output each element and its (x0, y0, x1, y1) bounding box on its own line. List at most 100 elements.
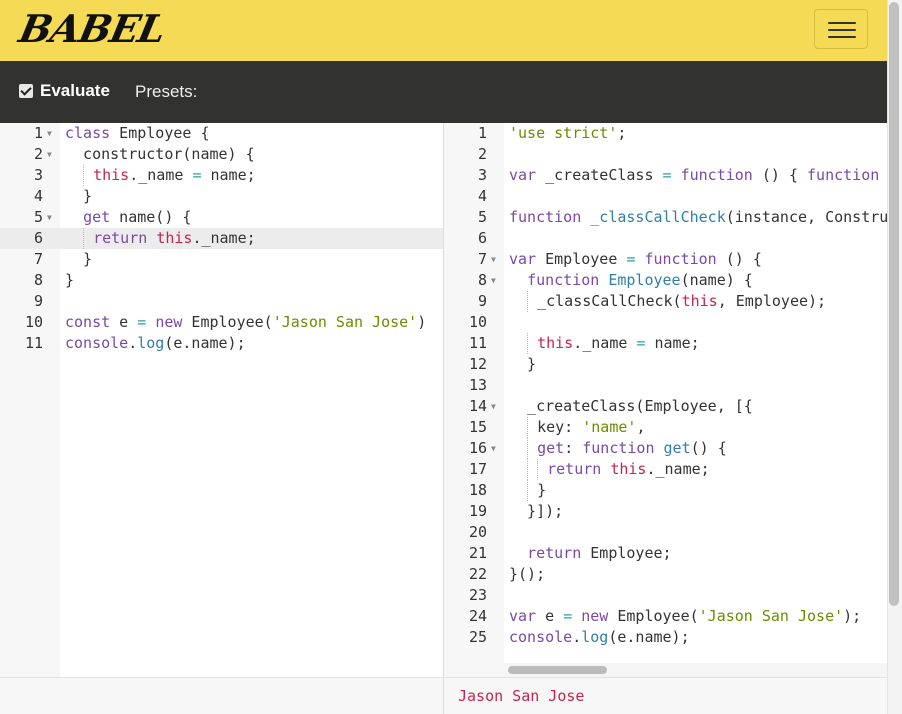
output-code-line[interactable]: 7 ▼ var Employee = function () { (444, 249, 887, 270)
evaluate-label: Evaluate (40, 81, 110, 100)
input-code-line[interactable]: 4 } (0, 186, 443, 207)
output-code-line[interactable]: 25 console.log(e.name); (444, 627, 887, 648)
line-number: 13 (468, 376, 487, 394)
menu-button[interactable] (814, 9, 868, 49)
evaluate-toggle[interactable]: Evaluate (19, 81, 110, 101)
code-text: return Employee; (527, 544, 672, 562)
code-text: _classCallCheck(this, Employee); (527, 291, 827, 312)
line-number: 22 (468, 565, 487, 583)
fold-arrow-icon[interactable]: ▼ (491, 396, 496, 417)
line-number: 23 (468, 586, 487, 604)
line-number: 5 (33, 208, 43, 226)
output-code-line[interactable]: 16 ▼ get: function get() { (444, 438, 887, 459)
fold-arrow-icon[interactable]: ▼ (491, 438, 496, 459)
line-number: 19 (468, 502, 487, 520)
fold-arrow-icon[interactable]: ▼ (47, 207, 52, 228)
code-text: key: 'name', (527, 417, 646, 438)
code-text: 'use strict'; (509, 124, 627, 142)
input-code-line[interactable]: 2 ▼ constructor(name) { (0, 144, 443, 165)
code-text: function Employee(name) { (527, 271, 753, 289)
code-text: return this._name; (509, 459, 710, 480)
line-number: 17 (468, 460, 487, 478)
line-number: 9 (477, 292, 487, 310)
fold-arrow-icon[interactable]: ▼ (47, 144, 52, 165)
line-number: 3 (33, 166, 43, 184)
line-number: 6 (477, 229, 487, 247)
output-code-line[interactable]: 5 function _classCallCheck(instance, Cons… (444, 207, 887, 228)
babel-logo[interactable]: BABEL (15, 6, 169, 52)
output-code-line[interactable]: 9 _classCallCheck(this, Employee); (444, 291, 887, 312)
page-vertical-scroll-thumb[interactable] (889, 2, 899, 606)
input-status-bar (0, 677, 443, 714)
output-code-line[interactable]: 1 'use strict'; (444, 123, 887, 144)
code-text: const e = new Employee('Jason San Jose') (65, 313, 427, 331)
line-number: 20 (468, 523, 487, 541)
output-code-line[interactable]: 4 (444, 186, 887, 207)
output-code-line[interactable]: 20 (444, 522, 887, 543)
line-number: 18 (468, 481, 487, 499)
output-code-line[interactable]: 22 }(); (444, 564, 887, 585)
code-text: } (65, 271, 75, 289)
line-number: 8 (477, 271, 487, 289)
output-editor[interactable]: 1'use strict'; 2 3 var _createClass = funct… (444, 123, 887, 714)
output-code-line[interactable]: 6 (444, 228, 887, 249)
code-text: var _createClass = function () { functio… (509, 166, 880, 184)
input-code-line[interactable]: 10 const e = new Employee('Jason San Jose… (0, 312, 443, 333)
code-text: }]); (509, 502, 564, 520)
fold-arrow-icon[interactable]: ▼ (491, 249, 496, 270)
code-text: }(); (509, 565, 546, 583)
line-number: 1 (477, 124, 487, 142)
output-code-line[interactable]: 19 }]); (444, 501, 887, 522)
output-code-line[interactable]: 24 var e = new Employee('Jason San Jose')… (444, 606, 887, 627)
fold-arrow-icon[interactable]: ▼ (47, 123, 52, 144)
output-code-line[interactable]: 12 } (444, 354, 887, 375)
toolbar: Evaluate Presets: (0, 61, 887, 123)
code-text: return this._name; (65, 228, 256, 249)
output-code-line[interactable]: 10 (444, 312, 887, 333)
code-text: } (527, 480, 547, 501)
output-code-line[interactable]: 18 } (444, 480, 887, 501)
console-output-panel: Jason San Jose (444, 677, 887, 714)
output-horizontal-scroll-thumb[interactable] (508, 666, 607, 674)
code-text: class Employee { (65, 124, 210, 142)
evaluate-checkbox[interactable] (19, 84, 33, 98)
header-bar: BABEL (0, 0, 887, 61)
input-code-line[interactable]: 9 (0, 291, 443, 312)
input-code-line[interactable]: 7 } (0, 249, 443, 270)
input-code-line[interactable]: 8} (0, 270, 443, 291)
output-code-line[interactable]: 11 this._name = name; (444, 333, 887, 354)
input-code-line[interactable]: 1 ▼ class Employee { (0, 123, 443, 144)
output-code-line[interactable]: 15 key: 'name', (444, 417, 887, 438)
code-text: console.log(e.name); (65, 334, 246, 352)
output-code-line[interactable]: 3 var _createClass = function () { functi… (444, 165, 887, 186)
fold-arrow-icon[interactable]: ▼ (491, 270, 496, 291)
line-number: 12 (468, 355, 487, 373)
code-text: function _classCallCheck(instance, Const… (509, 208, 887, 226)
input-code-line[interactable]: 3 this._name = name; (0, 165, 443, 186)
input-code-line[interactable]: 11 console.log(e.name); (0, 333, 443, 354)
code-text: } (65, 187, 93, 205)
code-text: var e = new Employee('Jason San Jose'); (509, 607, 862, 625)
line-number: 8 (33, 271, 43, 289)
output-code-line[interactable]: 17 return this._name; (444, 459, 887, 480)
line-number: 2 (477, 145, 487, 163)
line-number: 7 (477, 250, 487, 268)
output-code-line[interactable]: 21 return Employee; (444, 543, 887, 564)
line-number: 15 (468, 418, 487, 436)
code-text: get: function get() { (509, 438, 727, 459)
input-editor[interactable]: 1 ▼ class Employee {2 ▼ constructor(name) {… (0, 123, 443, 714)
output-code-line[interactable]: 14 ▼ _createClass(Employee, [{ (444, 396, 887, 417)
input-code-line[interactable]: 6 return this._name; (0, 228, 443, 249)
code-text: } (509, 355, 537, 373)
code-text: this._name = name; (509, 333, 700, 354)
line-number: 6 (33, 229, 43, 247)
presets-label[interactable]: Presets: (135, 82, 197, 102)
output-code-line[interactable]: 2 (444, 144, 887, 165)
line-number: 11 (24, 334, 43, 352)
output-code-line[interactable]: 8 ▼ function Employee(name) { (444, 270, 887, 291)
output-code-line[interactable]: 13 (444, 375, 887, 396)
line-number: 10 (468, 313, 487, 331)
input-code-line[interactable]: 5 ▼ get name() { (0, 207, 443, 228)
output-code-line[interactable]: 23 (444, 585, 887, 606)
code-text: _createClass(Employee, [{ (509, 397, 753, 415)
